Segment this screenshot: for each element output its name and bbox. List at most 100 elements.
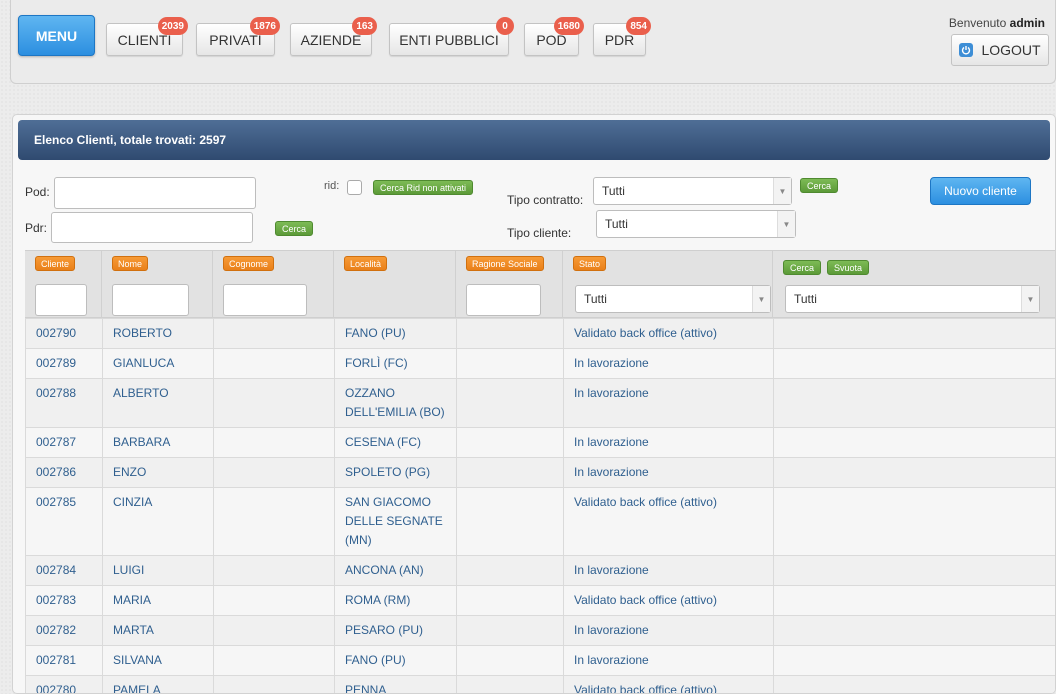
filter-ragione-sociale-input[interactable]	[466, 284, 541, 316]
cell-cliente[interactable]: 002787	[26, 428, 103, 458]
welcome-prefix: Benvenuto	[949, 16, 1006, 30]
cell-stato: In lavorazione	[564, 616, 774, 646]
cell-nome: BARBARA	[103, 428, 214, 458]
nuovo-cliente-button[interactable]: Nuovo cliente	[930, 177, 1031, 205]
cell-cliente[interactable]: 002780	[26, 676, 103, 694]
sort-ragione-sociale-button[interactable]: Ragione Sociale	[466, 256, 544, 271]
nav-pod-button[interactable]: POD 1680	[524, 23, 579, 56]
cell-ragione-sociale	[457, 676, 564, 694]
col-ragione-sociale-header: Ragione Sociale	[456, 251, 563, 319]
rid-checkbox[interactable]	[347, 180, 362, 195]
power-icon	[959, 43, 973, 57]
cell-localita: PESARO (PU)	[335, 616, 457, 646]
filter-nome-input[interactable]	[112, 284, 189, 316]
nav-enti-pubblici-label: ENTI PUBBLICI	[399, 32, 499, 48]
nav-clienti-button[interactable]: CLIENTI 2039	[106, 23, 183, 56]
table-row[interactable]: 002783 MARIA ROMA (RM) Validato back off…	[26, 586, 1056, 616]
column-search-button[interactable]: Cerca	[783, 260, 821, 275]
cell-actions	[774, 646, 1056, 676]
filter-stato-value: Tutti	[584, 292, 607, 306]
pod-input[interactable]	[54, 177, 256, 209]
cell-localita: SPOLETO (PG)	[335, 458, 457, 488]
pdr-label: Pdr:	[25, 221, 47, 235]
table-row[interactable]: 002782 MARTA PESARO (PU) In lavorazione	[26, 616, 1056, 646]
table-row[interactable]: 002781 SILVANA FANO (PU) In lavorazione	[26, 646, 1056, 676]
cell-cliente[interactable]: 002782	[26, 616, 103, 646]
cell-actions	[774, 458, 1056, 488]
cell-cognome	[214, 676, 335, 694]
pod-label: Pod:	[25, 185, 50, 199]
filter-cliente-input[interactable]	[35, 284, 87, 316]
pdr-count-badge: 854	[626, 17, 651, 35]
cell-cognome	[214, 586, 335, 616]
cell-localita: SAN GIACOMO DELLE SEGNATE (MN)	[335, 488, 457, 556]
nav-enti-pubblici-button[interactable]: ENTI PUBBLICI 0	[389, 23, 509, 56]
nav-pdr-button[interactable]: PDR 854	[593, 23, 646, 56]
chevron-down-icon: ▼	[1021, 286, 1039, 312]
cell-actions	[774, 616, 1056, 646]
table-row[interactable]: 002786 ENZO SPOLETO (PG) In lavorazione	[26, 458, 1056, 488]
cell-cliente[interactable]: 002784	[26, 556, 103, 586]
filter-cognome-input[interactable]	[223, 284, 307, 316]
logout-label: LOGOUT	[981, 42, 1040, 58]
cell-actions	[774, 586, 1056, 616]
tipo-contratto-value: Tutti	[602, 184, 625, 198]
menu-button[interactable]: MENU	[18, 15, 95, 56]
sort-localita-button[interactable]: Località	[344, 256, 387, 271]
cell-cliente[interactable]: 002781	[26, 646, 103, 676]
cell-cliente[interactable]: 002790	[26, 319, 103, 349]
tipo-contratto-select[interactable]: Tutti ▼	[593, 177, 792, 205]
cell-cognome	[214, 646, 335, 676]
cell-localita: FORLÌ (FC)	[335, 349, 457, 379]
sort-cliente-button[interactable]: Cliente	[35, 256, 75, 271]
cell-localita: OZZANO DELL'EMILIA (BO)	[335, 379, 457, 428]
cell-cognome	[214, 616, 335, 646]
cell-ragione-sociale	[457, 379, 564, 428]
filter-stato-select[interactable]: Tutti ▼	[575, 285, 771, 313]
tipo-contratto-search-button[interactable]: Cerca	[800, 178, 838, 193]
tipo-cliente-select[interactable]: Tutti ▼	[596, 210, 796, 238]
sort-nome-button[interactable]: Nome	[112, 256, 148, 271]
cell-cliente[interactable]: 002789	[26, 349, 103, 379]
column-clear-button[interactable]: Svuota	[827, 260, 869, 275]
cell-cognome	[214, 379, 335, 428]
filter-extra-select[interactable]: Tutti ▼	[785, 285, 1040, 313]
pdr-input[interactable]	[51, 212, 253, 243]
cell-actions	[774, 349, 1056, 379]
table-row[interactable]: 002780 PAMELA PENNA Validato back office…	[26, 676, 1056, 694]
cell-nome: ROBERTO	[103, 319, 214, 349]
cell-stato: Validato back office (attivo)	[564, 586, 774, 616]
cell-cliente[interactable]: 002786	[26, 458, 103, 488]
nav-privati-button[interactable]: PRIVATI 1876	[196, 23, 275, 56]
cell-stato: In lavorazione	[564, 349, 774, 379]
cerca-rid-button[interactable]: Cerca Rid non attivati	[373, 180, 473, 195]
aziende-count-badge: 163	[352, 17, 377, 35]
cell-cliente[interactable]: 002785	[26, 488, 103, 556]
username: admin	[1010, 16, 1045, 30]
pdr-search-button[interactable]: Cerca	[275, 221, 313, 236]
nav-aziende-button[interactable]: AZIENDE 163	[290, 23, 372, 56]
chevron-down-icon: ▼	[752, 286, 770, 312]
table-row[interactable]: 002785 CINZIA SAN GIACOMO DELLE SEGNATE …	[26, 488, 1056, 556]
cell-ragione-sociale	[457, 646, 564, 676]
cell-ragione-sociale	[457, 556, 564, 586]
cell-actions	[774, 319, 1056, 349]
sort-stato-button[interactable]: Stato	[573, 256, 606, 271]
table-row[interactable]: 002787 BARBARA CESENA (FC) In lavorazion…	[26, 428, 1056, 458]
sort-cognome-button[interactable]: Cognome	[223, 256, 274, 271]
table-row[interactable]: 002784 LUIGI ANCONA (AN) In lavorazione	[26, 556, 1056, 586]
table-row[interactable]: 002790 ROBERTO FANO (PU) Validato back o…	[26, 319, 1056, 349]
table-row[interactable]: 002789 GIANLUCA FORLÌ (FC) In lavorazion…	[26, 349, 1056, 379]
cell-nome: PAMELA	[103, 676, 214, 694]
cell-cliente[interactable]: 002783	[26, 586, 103, 616]
logout-button[interactable]: LOGOUT	[951, 34, 1049, 66]
chevron-down-icon: ▼	[777, 211, 795, 237]
cell-cliente[interactable]: 002788	[26, 379, 103, 428]
cell-cognome	[214, 428, 335, 458]
cell-ragione-sociale	[457, 586, 564, 616]
rid-label: rid:	[324, 180, 339, 192]
cell-cognome	[214, 349, 335, 379]
cell-nome: CINZIA	[103, 488, 214, 556]
cell-actions	[774, 428, 1056, 458]
table-row[interactable]: 002788 ALBERTO OZZANO DELL'EMILIA (BO) I…	[26, 379, 1056, 428]
